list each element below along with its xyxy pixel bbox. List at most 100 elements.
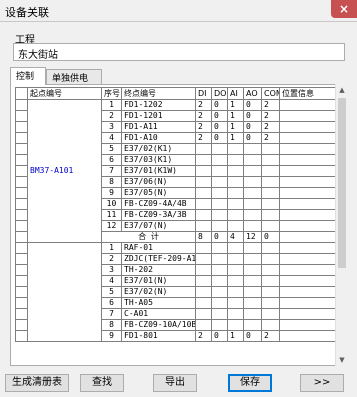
row-selector[interactable]: [15, 165, 28, 177]
next-button[interactable]: >>: [300, 374, 344, 392]
table-cell: [243, 297, 262, 309]
table-cell: [195, 143, 212, 155]
table-cell: E37/05(N): [121, 187, 196, 199]
table-cell: [243, 143, 262, 155]
save-button[interactable]: 保存: [228, 374, 272, 392]
table-cell: 2: [195, 121, 212, 133]
table-cell: [195, 253, 212, 265]
row-selector[interactable]: [15, 176, 28, 188]
table-cell: [243, 319, 262, 331]
find-button[interactable]: 查找: [80, 374, 124, 392]
table-cell: [227, 198, 244, 210]
table-cell: [243, 176, 262, 188]
row-selector[interactable]: [15, 198, 28, 210]
row-selector[interactable]: [15, 187, 28, 199]
export-button[interactable]: 导出: [153, 374, 197, 392]
table-cell: [261, 165, 280, 177]
scroll-down-arrow-icon[interactable]: ▼: [336, 354, 348, 366]
row-selector[interactable]: [15, 264, 28, 276]
table-cell: [243, 253, 262, 265]
row-selector[interactable]: [15, 330, 28, 342]
row-selector[interactable]: [15, 253, 28, 265]
column-header[interactable]: AI: [227, 87, 244, 100]
row-selector[interactable]: [15, 209, 28, 221]
table-row[interactable]: BM37-A1011FD1-120220102A端地下一层通风兑: [15, 99, 345, 243]
table-cell: [195, 176, 212, 188]
row-selector[interactable]: [15, 143, 28, 155]
table-cell: 1: [227, 121, 244, 133]
table-row[interactable]: 1RAF-01站厅层A端环控电打: [15, 242, 345, 342]
table-cell: [211, 286, 228, 298]
table-cell: 0: [243, 330, 262, 342]
table-cell: FD1-A10: [121, 132, 196, 144]
row-selector[interactable]: [15, 132, 28, 144]
column-header[interactable]: DI: [195, 87, 212, 100]
table-cell: 0: [243, 132, 262, 144]
row-selector[interactable]: [15, 275, 28, 287]
table-cell: [211, 242, 228, 254]
table-cell: [243, 275, 262, 287]
row-selector[interactable]: [15, 319, 28, 331]
column-header[interactable]: 起点编号: [27, 87, 102, 100]
row-selector[interactable]: [15, 297, 28, 309]
total-value: 12: [243, 231, 262, 243]
tab-panel: 起点编号 序号 终点编号 DI DO AI AO COM 位置信息 BM37-A…: [10, 84, 347, 366]
column-header[interactable]: COM: [261, 87, 280, 100]
column-header[interactable]: AO: [243, 87, 262, 100]
vertical-scrollbar[interactable]: ▲ ▼: [335, 84, 347, 366]
scroll-up-arrow-icon[interactable]: ▲: [336, 84, 348, 96]
column-header[interactable]: 终点编号: [121, 87, 196, 100]
table-cell: [243, 220, 262, 232]
row-selector[interactable]: [15, 308, 28, 320]
column-header[interactable]: DO: [211, 87, 228, 100]
table-cell: [195, 286, 212, 298]
table-cell: 3: [101, 264, 122, 276]
table-cell: RAF-01: [121, 242, 196, 254]
generate-list-button[interactable]: 生成清册表: [5, 374, 69, 392]
column-header[interactable]: 序号: [101, 87, 122, 100]
tab-control[interactable]: 控制: [10, 67, 46, 85]
table-cell: [243, 209, 262, 221]
close-button[interactable]: ×: [331, 0, 357, 18]
row-selector[interactable]: [15, 99, 28, 111]
row-selector[interactable]: [15, 286, 28, 298]
table-cell: [261, 242, 280, 254]
row-selector[interactable]: [15, 121, 28, 133]
table-cell: [227, 154, 244, 166]
table-cell: ZDJC(TEF-209-A1): [121, 253, 196, 265]
project-field[interactable]: 东大街站: [13, 43, 345, 61]
table-cell: [195, 220, 212, 232]
row-selector[interactable]: [15, 220, 28, 232]
table-cell: [243, 308, 262, 320]
start-id-cell: BM37-A101: [27, 99, 102, 243]
table-cell: [227, 253, 244, 265]
table-cell: 3: [101, 121, 122, 133]
row-selector[interactable]: [15, 242, 28, 254]
table-cell: 1: [227, 110, 244, 122]
table-cell: [211, 209, 228, 221]
row-selector[interactable]: [15, 154, 28, 166]
row-selector[interactable]: [15, 110, 28, 122]
total-value: 8: [195, 231, 212, 243]
table-cell: 1: [101, 99, 122, 111]
table-cell: [195, 165, 212, 177]
table-cell: 5: [101, 286, 122, 298]
scroll-thumb[interactable]: [338, 98, 346, 268]
table-cell: 9: [101, 330, 122, 342]
row-selector[interactable]: [15, 231, 28, 243]
table-cell: E37/03(K1): [121, 154, 196, 166]
table-cell: [261, 253, 280, 265]
table-cell: 1: [227, 132, 244, 144]
tab-separate-power[interactable]: 单独供电: [46, 69, 102, 84]
device-grid[interactable]: 起点编号 序号 终点编号 DI DO AI AO COM 位置信息 BM37-A…: [15, 87, 345, 363]
header-selector: [15, 87, 28, 100]
table-cell: [211, 165, 228, 177]
table-cell: [211, 253, 228, 265]
table-cell: 5: [101, 143, 122, 155]
total-value: 0: [211, 231, 228, 243]
table-cell: 0: [243, 110, 262, 122]
table-cell: FD1-1201: [121, 110, 196, 122]
table-cell: [211, 319, 228, 331]
table-cell: [211, 275, 228, 287]
table-cell: [243, 154, 262, 166]
